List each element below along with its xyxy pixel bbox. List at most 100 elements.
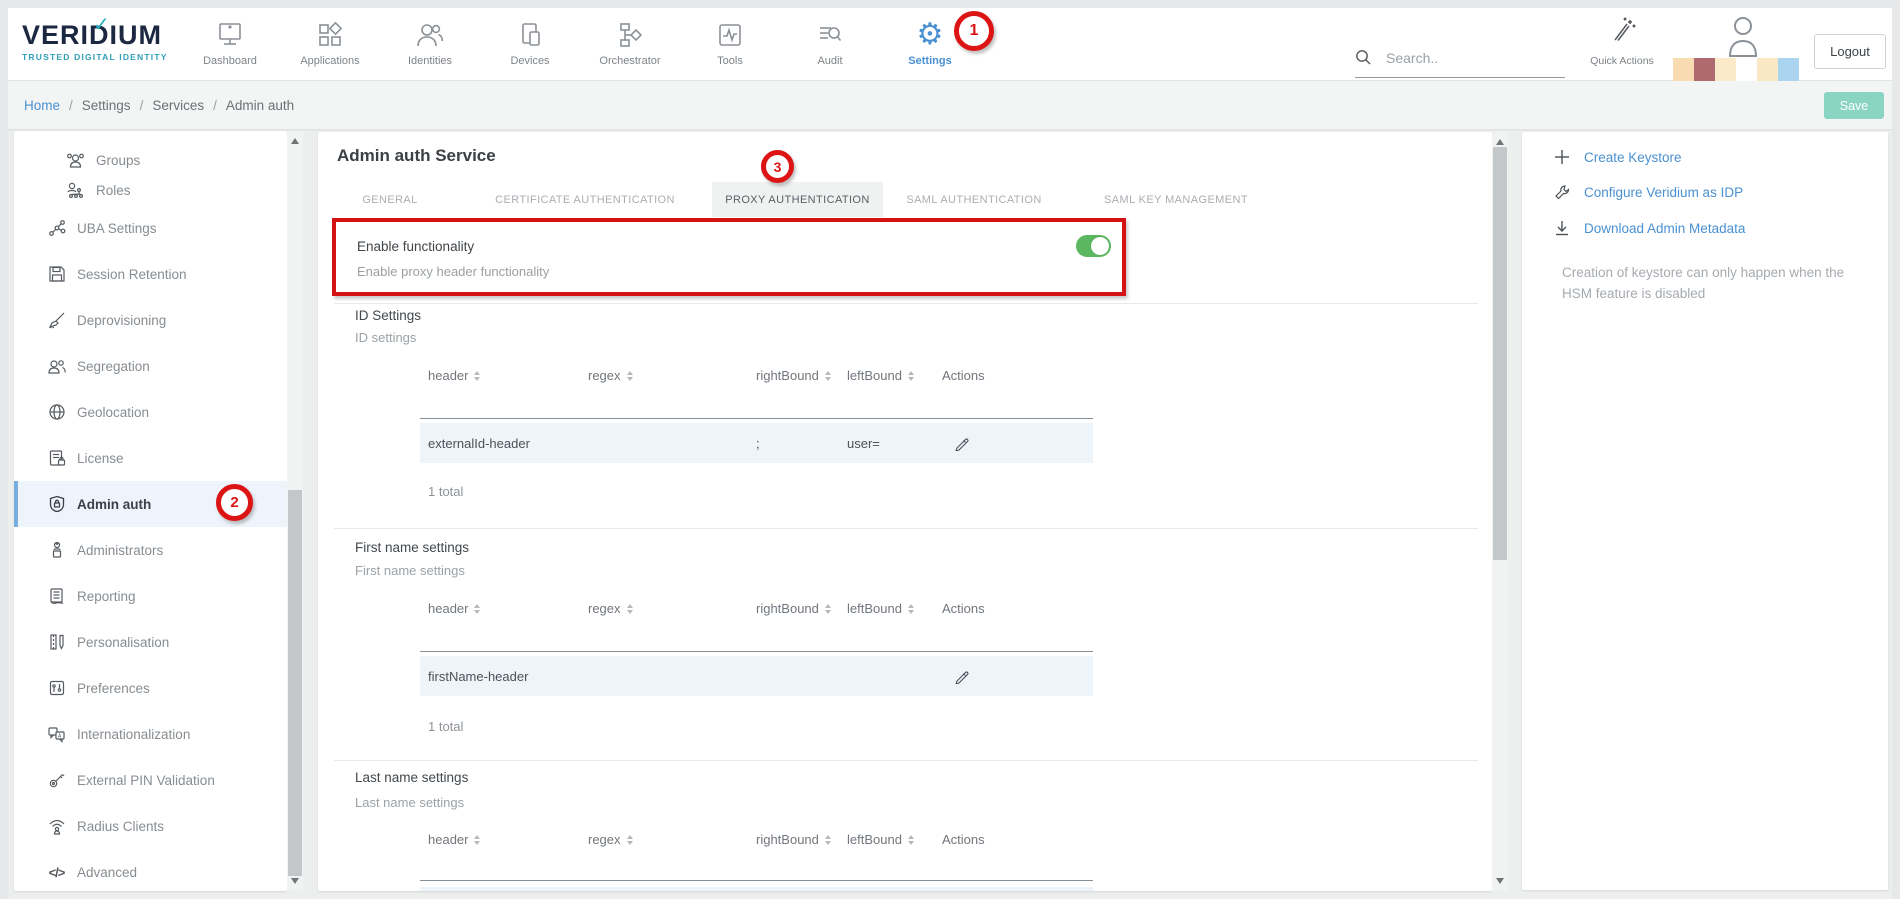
sidebar-item-label: Administrators [77,543,163,558]
nav-item-devices[interactable]: Devices [480,8,580,81]
logo-check-icon: ✓ [93,12,111,37]
section-title-id-settings: ID Settings [355,308,421,323]
scrollbar-thumb[interactable] [1493,147,1507,560]
audit-icon [817,18,843,52]
sort-icon [825,371,831,381]
column-regex[interactable]: regex [588,368,633,383]
column-rightbound[interactable]: rightBound [756,832,831,847]
sort-icon [474,604,480,614]
sidebar-item-label: Personalisation [77,635,169,650]
groups-icon [66,151,85,170]
column-header[interactable]: header [428,832,480,847]
nav-item-audit[interactable]: Audit [780,8,880,81]
geolocation-globe-icon [47,403,66,422]
sort-icon [627,371,633,381]
sidebar-item-reporting[interactable]: Reporting [14,573,287,619]
scrollbar-thumb[interactable] [288,490,302,876]
nav-item-tools[interactable]: Tools [680,8,780,81]
sort-icon [908,604,914,614]
column-header[interactable]: header [428,368,480,383]
sidebar-item-preferences[interactable]: Preferences [14,665,287,711]
edit-pencil-icon[interactable] [954,669,969,684]
id-settings-table: header regex rightBound leftBound Action… [420,368,1093,488]
download-admin-metadata-link[interactable]: Download Admin Metadata [1553,213,1745,243]
applications-icon [317,18,343,52]
search-input[interactable] [1384,49,1544,67]
logout-button[interactable]: Logout [1814,34,1886,69]
sidebar-item-personalisation[interactable]: Personalisation [14,619,287,665]
quick-actions[interactable]: Quick Actions [1568,16,1676,67]
search-icon [1355,49,1372,66]
create-keystore-link[interactable]: Create Keystore [1553,142,1682,172]
tab-saml-key-management[interactable]: SAML KEY MANAGEMENT [1076,182,1276,217]
breadcrumb-services[interactable]: Services [152,98,204,113]
reporting-icon [47,587,66,606]
wrench-icon [1553,184,1571,201]
column-rightbound[interactable]: rightBound [756,601,831,616]
nav-item-applications[interactable]: Applications [280,8,380,81]
logo-wordmark: VERIDIUM ✓ [22,20,192,51]
column-leftbound[interactable]: leftBound [847,832,914,847]
sidebar-item-label: License [77,451,124,466]
sidebar-item-label: UBA Settings [77,221,157,236]
column-leftbound[interactable]: leftBound [847,368,914,383]
column-regex[interactable]: regex [588,601,633,616]
sidebar-item-label: Reporting [77,589,136,604]
row-total: 1 total [428,719,463,734]
breadcrumb-admin-auth: Admin auth [226,98,294,113]
scroll-down-arrow[interactable] [1496,878,1504,884]
enable-functionality-toggle[interactable] [1076,235,1111,257]
main-content-scrollbar[interactable] [1492,132,1508,891]
section-divider [334,303,1478,304]
column-leftbound[interactable]: leftBound [847,601,914,616]
nav-item-orchestrator[interactable]: Orchestrator [580,8,680,81]
sidebar-item-session-retention[interactable]: Session Retention [14,251,287,297]
tab-proxy-authentication[interactable]: PROXY AUTHENTICATION [712,182,883,217]
configure-idp-link[interactable]: Configure Veridium as IDP [1553,177,1743,207]
tab-saml-authentication[interactable]: SAML AUTHENTICATION [874,182,1074,217]
sidebar-item-advanced[interactable]: </> Advanced [14,849,287,891]
save-button[interactable]: Save [1824,92,1884,119]
sidebar-item-administrators[interactable]: Administrators [14,527,287,573]
orchestrator-icon [617,18,643,52]
sidebar-item-geolocation[interactable]: Geolocation [14,389,287,435]
table-top-border [420,880,1093,881]
sidebar-item-uba-settings[interactable]: UBA Settings [14,205,287,251]
sort-icon [474,371,480,381]
user-avatar-icon[interactable] [1726,14,1760,58]
sidebar-item-segregation[interactable]: Segregation [14,343,287,389]
scroll-up-arrow[interactable] [291,138,299,144]
external-pin-key-icon [47,771,66,790]
edit-pencil-icon[interactable] [954,436,969,451]
sidebar-item-groups[interactable]: Groups [14,145,287,175]
search-field[interactable] [1355,38,1565,78]
sort-icon [474,835,480,845]
column-regex[interactable]: regex [588,832,633,847]
page-title: Admin auth Service [337,146,496,166]
sidebar-item-internationalization[interactable]: A Internationalization [14,711,287,757]
tab-general[interactable]: GENERAL [340,182,440,217]
column-header[interactable]: header [428,601,480,616]
breadcrumb-home-link[interactable]: Home [24,98,60,113]
column-rightbound[interactable]: rightBound [756,368,831,383]
logo-tagline: TRUSTED DIGITAL IDENTITY [22,52,192,62]
nav-item-dashboard[interactable]: Dashboard [180,8,280,81]
settings-gear-icon: ⚙ [917,18,944,52]
sidebar-scrollbar[interactable] [287,131,303,891]
sidebar-item-radius-clients[interactable]: Radius Clients [14,803,287,849]
nav-item-identities[interactable]: Identities [380,8,480,81]
breadcrumb-settings[interactable]: Settings [82,98,131,113]
sidebar-item-license[interactable]: License [14,435,287,481]
tools-icon [717,18,743,52]
table-row[interactable]: externalId-header ; user= [420,423,1093,463]
sidebar-item-roles[interactable]: Roles [14,175,287,205]
session-retention-icon [47,265,66,284]
table-row[interactable]: firstName-header [420,656,1093,696]
column-actions: Actions [942,832,985,847]
scroll-down-arrow[interactable] [291,878,299,884]
table-header-row: header regex rightBound leftBound Action… [420,368,1093,386]
scroll-up-arrow[interactable] [1496,139,1504,145]
sidebar-item-external-pin-validation[interactable]: External PIN Validation [14,757,287,803]
sidebar-item-deprovisioning[interactable]: Deprovisioning [14,297,287,343]
tab-certificate-authentication[interactable]: CERTIFICATE AUTHENTICATION [468,182,702,217]
